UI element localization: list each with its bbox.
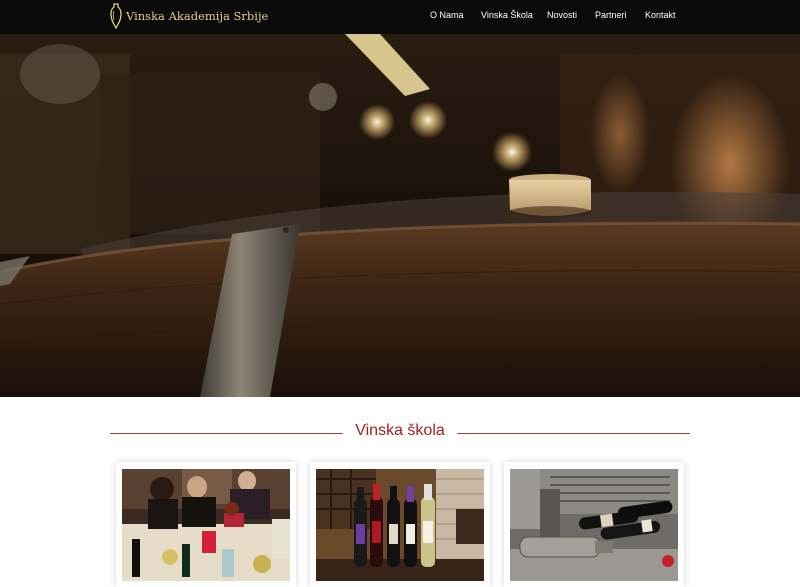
nav-item-o-nama[interactable]: O Nama	[430, 0, 464, 30]
cellar-bottles-photo	[510, 469, 678, 581]
amphora-icon	[110, 3, 122, 29]
card-wine-tasting[interactable]	[116, 462, 296, 587]
nav-link-label[interactable]: Vinska Škola	[481, 10, 533, 20]
nav-item-partneri[interactable]: Partneri	[595, 0, 627, 30]
nav-link-label[interactable]: O Nama	[430, 10, 464, 20]
wine-barrel-cellar-photo	[0, 34, 800, 397]
nav-link-label[interactable]: Kontakt	[645, 10, 676, 20]
nav-link-label[interactable]: Partneri	[595, 10, 627, 20]
card-grid	[0, 462, 800, 587]
nav-item-vinska-skola[interactable]: Vinska Škola	[481, 0, 533, 30]
section-title: Vinska škola	[110, 422, 690, 440]
wine-bottles-shelf-photo	[316, 469, 484, 581]
section-title-text: Vinska škola	[343, 422, 457, 439]
card-cellar-bottles[interactable]	[504, 462, 684, 587]
hero-banner	[0, 34, 800, 397]
card-wine-bottles[interactable]	[310, 462, 490, 587]
card-photo[interactable]	[122, 469, 290, 581]
brand-logo-link[interactable]: Vinska Akademija Srbije	[110, 2, 268, 30]
wine-tasting-class-photo	[122, 469, 290, 581]
nav-item-kontakt[interactable]: Kontakt	[645, 0, 676, 30]
nav-item-novosti[interactable]: Novosti	[547, 0, 577, 30]
card-photo[interactable]	[510, 469, 678, 581]
nav-link-label[interactable]: Novosti	[547, 10, 577, 20]
section-heading-row: Vinska škola	[110, 420, 690, 446]
brand-name: Vinska Akademija Srbije	[126, 9, 269, 23]
card-photo[interactable]	[316, 469, 484, 581]
top-navigation-bar: Vinska Akademija Srbije O Nama Vinska Šk…	[0, 0, 800, 34]
